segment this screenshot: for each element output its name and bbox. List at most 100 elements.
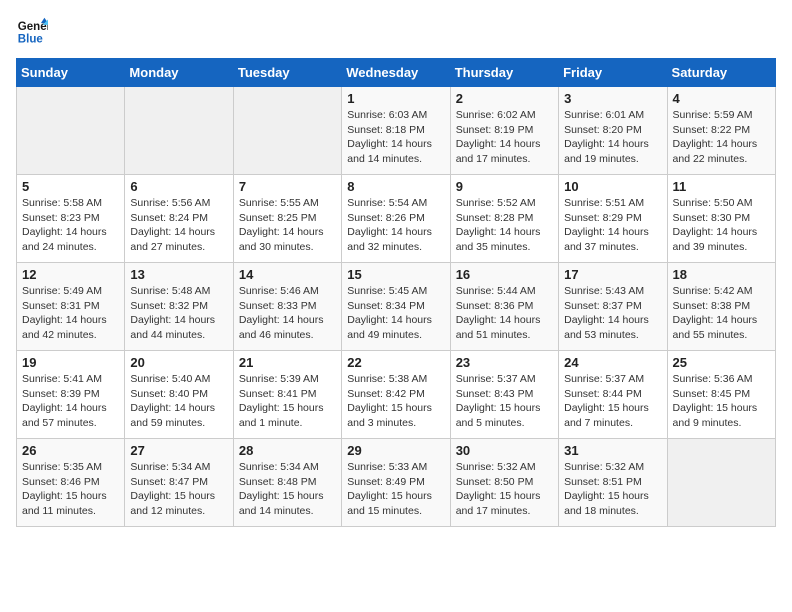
day-info: Sunset: 8:36 PM — [456, 299, 553, 314]
day-info: Sunrise: 5:49 AM — [22, 284, 119, 299]
day-number: 24 — [564, 355, 661, 370]
day-info: Sunset: 8:28 PM — [456, 211, 553, 226]
day-number: 10 — [564, 179, 661, 194]
day-info: Sunrise: 5:40 AM — [130, 372, 227, 387]
day-info: and 9 minutes. — [673, 416, 770, 431]
day-info: Sunrise: 5:34 AM — [239, 460, 336, 475]
day-info: and 55 minutes. — [673, 328, 770, 343]
day-number: 20 — [130, 355, 227, 370]
day-info: Daylight: 15 hours — [456, 401, 553, 416]
day-info: Daylight: 14 hours — [22, 313, 119, 328]
day-info: Sunset: 8:49 PM — [347, 475, 444, 490]
day-info: and 19 minutes. — [564, 152, 661, 167]
day-info: Daylight: 14 hours — [564, 225, 661, 240]
day-number: 2 — [456, 91, 553, 106]
header-row: SundayMondayTuesdayWednesdayThursdayFrid… — [17, 59, 776, 87]
day-cell-14: 14Sunrise: 5:46 AMSunset: 8:33 PMDayligh… — [233, 263, 341, 351]
day-info: and 14 minutes. — [239, 504, 336, 519]
day-info: Daylight: 14 hours — [130, 225, 227, 240]
day-info: Daylight: 14 hours — [456, 137, 553, 152]
day-info: Sunset: 8:44 PM — [564, 387, 661, 402]
day-info: and 49 minutes. — [347, 328, 444, 343]
day-info: Daylight: 14 hours — [564, 137, 661, 152]
week-row-4: 19Sunrise: 5:41 AMSunset: 8:39 PMDayligh… — [17, 351, 776, 439]
empty-cell — [667, 439, 775, 527]
day-info: Sunrise: 5:35 AM — [22, 460, 119, 475]
day-info: Sunset: 8:39 PM — [22, 387, 119, 402]
day-info: Sunset: 8:22 PM — [673, 123, 770, 138]
day-cell-10: 10Sunrise: 5:51 AMSunset: 8:29 PMDayligh… — [559, 175, 667, 263]
day-info: Daylight: 14 hours — [673, 313, 770, 328]
day-info: and 39 minutes. — [673, 240, 770, 255]
day-cell-21: 21Sunrise: 5:39 AMSunset: 8:41 PMDayligh… — [233, 351, 341, 439]
day-info: Sunset: 8:29 PM — [564, 211, 661, 226]
day-cell-6: 6Sunrise: 5:56 AMSunset: 8:24 PMDaylight… — [125, 175, 233, 263]
day-info: and 11 minutes. — [22, 504, 119, 519]
day-info: and 1 minute. — [239, 416, 336, 431]
week-row-1: 1Sunrise: 6:03 AMSunset: 8:18 PMDaylight… — [17, 87, 776, 175]
day-info: Sunrise: 5:44 AM — [456, 284, 553, 299]
day-info: and 15 minutes. — [347, 504, 444, 519]
header-day-friday: Friday — [559, 59, 667, 87]
day-number: 13 — [130, 267, 227, 282]
day-info: and 51 minutes. — [456, 328, 553, 343]
day-info: Sunset: 8:30 PM — [673, 211, 770, 226]
day-cell-3: 3Sunrise: 6:01 AMSunset: 8:20 PMDaylight… — [559, 87, 667, 175]
day-info: Daylight: 15 hours — [22, 489, 119, 504]
page-header: General Blue — [16, 16, 776, 48]
day-info: and 46 minutes. — [239, 328, 336, 343]
day-info: and 42 minutes. — [22, 328, 119, 343]
day-info: and 27 minutes. — [130, 240, 227, 255]
day-number: 16 — [456, 267, 553, 282]
day-number: 25 — [673, 355, 770, 370]
day-info: Sunset: 8:20 PM — [564, 123, 661, 138]
day-info: and 35 minutes. — [456, 240, 553, 255]
day-cell-11: 11Sunrise: 5:50 AMSunset: 8:30 PMDayligh… — [667, 175, 775, 263]
day-info: Sunset: 8:23 PM — [22, 211, 119, 226]
calendar-table: SundayMondayTuesdayWednesdayThursdayFrid… — [16, 58, 776, 527]
day-cell-1: 1Sunrise: 6:03 AMSunset: 8:18 PMDaylight… — [342, 87, 450, 175]
day-cell-15: 15Sunrise: 5:45 AMSunset: 8:34 PMDayligh… — [342, 263, 450, 351]
day-info: Sunset: 8:43 PM — [456, 387, 553, 402]
day-info: Daylight: 14 hours — [456, 313, 553, 328]
day-info: Daylight: 15 hours — [564, 489, 661, 504]
day-info: and 37 minutes. — [564, 240, 661, 255]
day-number: 21 — [239, 355, 336, 370]
day-cell-30: 30Sunrise: 5:32 AMSunset: 8:50 PMDayligh… — [450, 439, 558, 527]
day-cell-9: 9Sunrise: 5:52 AMSunset: 8:28 PMDaylight… — [450, 175, 558, 263]
empty-cell — [233, 87, 341, 175]
day-cell-20: 20Sunrise: 5:40 AMSunset: 8:40 PMDayligh… — [125, 351, 233, 439]
day-number: 11 — [673, 179, 770, 194]
day-info: Sunrise: 5:32 AM — [564, 460, 661, 475]
day-info: Daylight: 14 hours — [456, 225, 553, 240]
day-number: 27 — [130, 443, 227, 458]
day-cell-26: 26Sunrise: 5:35 AMSunset: 8:46 PMDayligh… — [17, 439, 125, 527]
day-cell-28: 28Sunrise: 5:34 AMSunset: 8:48 PMDayligh… — [233, 439, 341, 527]
day-info: Daylight: 14 hours — [130, 401, 227, 416]
day-info: Sunrise: 5:59 AM — [673, 108, 770, 123]
day-info: Sunrise: 5:32 AM — [456, 460, 553, 475]
day-info: Sunset: 8:24 PM — [130, 211, 227, 226]
logo: General Blue — [16, 16, 48, 48]
day-info: and 53 minutes. — [564, 328, 661, 343]
day-info: Daylight: 15 hours — [347, 401, 444, 416]
day-info: and 44 minutes. — [130, 328, 227, 343]
day-info: Sunrise: 6:02 AM — [456, 108, 553, 123]
day-info: Daylight: 15 hours — [564, 401, 661, 416]
day-info: Daylight: 14 hours — [22, 401, 119, 416]
day-number: 30 — [456, 443, 553, 458]
day-cell-2: 2Sunrise: 6:02 AMSunset: 8:19 PMDaylight… — [450, 87, 558, 175]
day-info: Daylight: 14 hours — [347, 225, 444, 240]
day-number: 1 — [347, 91, 444, 106]
day-info: Sunrise: 5:34 AM — [130, 460, 227, 475]
day-info: Daylight: 14 hours — [130, 313, 227, 328]
day-number: 6 — [130, 179, 227, 194]
day-cell-22: 22Sunrise: 5:38 AMSunset: 8:42 PMDayligh… — [342, 351, 450, 439]
day-info: Sunrise: 5:39 AM — [239, 372, 336, 387]
day-info: and 57 minutes. — [22, 416, 119, 431]
day-info: Daylight: 14 hours — [347, 137, 444, 152]
header-day-wednesday: Wednesday — [342, 59, 450, 87]
header-day-saturday: Saturday — [667, 59, 775, 87]
day-cell-23: 23Sunrise: 5:37 AMSunset: 8:43 PMDayligh… — [450, 351, 558, 439]
day-info: Daylight: 15 hours — [130, 489, 227, 504]
